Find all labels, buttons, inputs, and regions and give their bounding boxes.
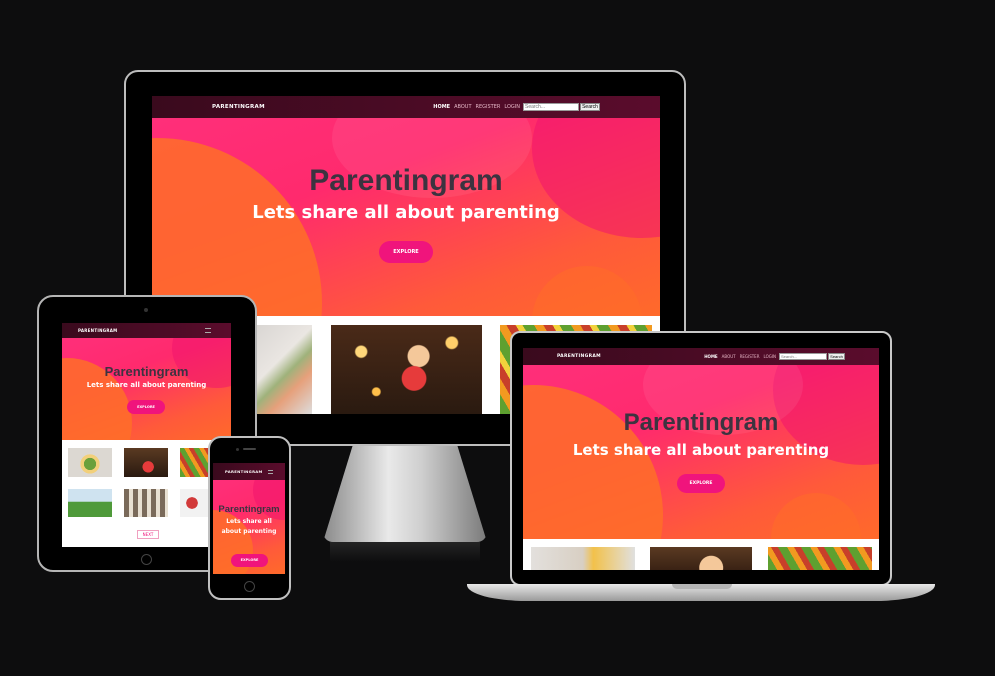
hero-subtitle: Lets share all about parenting	[572, 441, 830, 459]
child-gift-photo[interactable]	[650, 547, 752, 570]
explore-button[interactable]: EXPLORE	[231, 554, 268, 567]
hero-title: Parentingram	[309, 164, 503, 197]
toy-photo[interactable]	[180, 489, 210, 517]
child-gift-photo[interactable]	[124, 448, 168, 477]
laptop-screen: PARENTINGRAM HOME ABOUT REGISTER LOGIN S…	[523, 348, 879, 570]
hero-section: Parentingram Lets share all about parent…	[152, 118, 660, 316]
navbar: PARENTINGRAM	[213, 463, 285, 480]
explore-button[interactable]: EXPLORE	[127, 400, 165, 414]
search-input[interactable]: Search...	[779, 353, 827, 360]
brand-logo[interactable]: PARENTINGRAM	[557, 354, 601, 359]
phone-home-button[interactable]	[244, 581, 255, 592]
child-gift-photo[interactable]	[331, 325, 482, 414]
hero-section: Parentingram Lets share all about parent…	[62, 338, 231, 440]
hero-section: Parentingram Lets share all about parent…	[523, 365, 879, 539]
hamburger-icon[interactable]	[205, 328, 211, 333]
navbar: PARENTINGRAM HOME ABOUT REGISTER LOGIN S…	[523, 348, 879, 365]
brand-logo[interactable]: PARENTINGRAM	[225, 469, 263, 474]
hero-blob	[532, 266, 642, 316]
phone-speaker	[243, 448, 256, 450]
next-link[interactable]: NEXT	[137, 530, 159, 539]
hero-blob	[771, 493, 861, 539]
search-input[interactable]: Search...	[523, 103, 579, 111]
tablet-screen: PARENTINGRAM Parentingram Lets share all…	[62, 323, 231, 547]
navbar: PARENTINGRAM	[62, 323, 231, 338]
search-button[interactable]: Search	[828, 353, 845, 360]
hamburger-icon[interactable]	[268, 469, 273, 474]
brand-logo[interactable]: PARENTINGRAM	[212, 104, 265, 110]
monitor-stand	[323, 446, 487, 542]
nav-login[interactable]: LOGIN	[504, 104, 520, 110]
nav-about[interactable]: ABOUT	[454, 104, 471, 110]
nav-register[interactable]: REGISTER	[476, 104, 501, 110]
vegetables-photo[interactable]	[768, 547, 872, 570]
laptop-notch	[672, 584, 732, 589]
kids-field-photo[interactable]	[68, 489, 112, 517]
nav-home[interactable]: HOME	[433, 104, 450, 110]
search-button[interactable]: Search	[580, 103, 600, 111]
vegetables-photo[interactable]	[180, 448, 210, 477]
hero-section: Parentingram Lets share all about parent…	[213, 480, 285, 574]
nav-menu: HOME ABOUT REGISTER LOGIN Search... Sear…	[433, 103, 600, 111]
snack-photo[interactable]	[68, 448, 112, 477]
nav-login[interactable]: LOGIN	[763, 354, 776, 359]
tablet-camera	[144, 308, 148, 312]
phone-screen: PARENTINGRAM Parentingram Lets share all…	[213, 463, 285, 574]
snack-photo[interactable]	[531, 547, 635, 570]
monitor-stand-reflection	[330, 542, 480, 562]
nav-menu: HOME ABOUT REGISTER LOGIN Search... Sear…	[704, 353, 845, 360]
hero-title: Parentingram	[104, 364, 189, 379]
stripes-photo[interactable]	[124, 489, 168, 517]
explore-button[interactable]: EXPLORE	[379, 241, 433, 263]
explore-button[interactable]: EXPLORE	[677, 474, 725, 493]
tablet-home-button[interactable]	[141, 554, 152, 565]
hero-title: Parentingram	[218, 504, 280, 515]
nav-home[interactable]: HOME	[704, 354, 717, 359]
nav-register[interactable]: REGISTER	[740, 354, 760, 359]
brand-logo[interactable]: PARENTINGRAM	[78, 328, 117, 333]
hero-subtitle: Lets share all about parenting	[252, 202, 560, 223]
hero-subtitle: Lets share all about parenting	[221, 518, 277, 535]
hero-title: Parentingram	[623, 409, 779, 436]
phone-camera	[236, 448, 239, 451]
navbar: PARENTINGRAM HOME ABOUT REGISTER LOGIN S…	[152, 96, 660, 118]
snack-photo[interactable]	[256, 325, 312, 414]
nav-about[interactable]: ABOUT	[722, 354, 736, 359]
hero-subtitle: Lets share all about parenting	[86, 381, 207, 389]
